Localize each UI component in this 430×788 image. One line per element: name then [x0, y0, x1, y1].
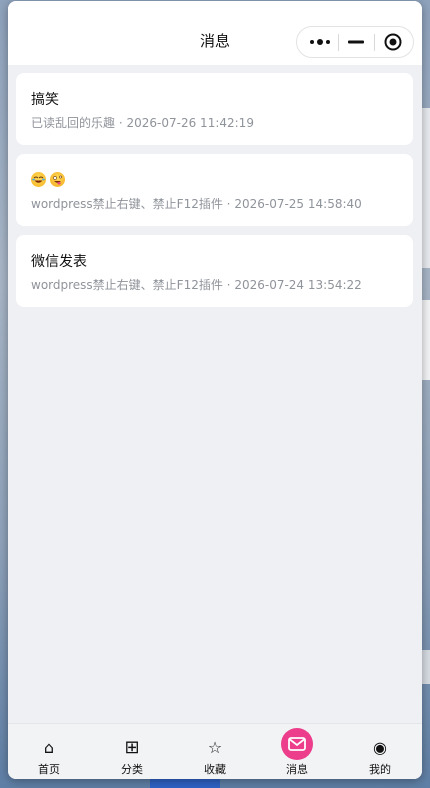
meta-separator: · [226, 278, 231, 292]
capsule-divider [374, 34, 375, 51]
active-tab-bubble [281, 728, 313, 760]
message-time: 2026-07-25 14:58:40 [234, 197, 362, 211]
message-meta: 已读乱回的乐趣 · 2026-07-26 11:42:19 [31, 115, 254, 131]
star-icon: ☆ [207, 737, 223, 757]
message-card[interactable]: 搞笑 已读乱回的乐趣 · 2026-07-26 11:42:19 [16, 73, 413, 145]
mail-icon-wrapper [256, 728, 338, 760]
tab-messages[interactable]: 消息 [256, 724, 338, 779]
grid-icon: ⊞ [124, 736, 140, 758]
tab-label: 首页 [38, 763, 60, 776]
profile-icon: ◉ [373, 737, 387, 757]
target-circle-icon [384, 33, 402, 51]
meta-separator: · [118, 116, 123, 130]
rolling-laughing-emoji [31, 172, 46, 187]
zany-face-emoji [50, 172, 65, 187]
mini-program-window: 消息 搞笑 已读乱回的乐趣 · 2026-07-26 11:42:19 word… [8, 1, 422, 779]
tab-bar: ⌂ 首页 ⊞ 分类 ☆ 收藏 消息 ◉ 我的 [8, 723, 422, 779]
tab-category[interactable]: ⊞ 分类 [91, 724, 173, 779]
more-button[interactable] [303, 27, 337, 57]
home-icon: ⌂ [43, 737, 55, 757]
tab-label: 消息 [286, 763, 308, 776]
capsule-divider [338, 34, 339, 51]
message-source: wordpress禁止右键、禁止F12插件 [31, 197, 223, 211]
message-time: 2026-07-24 13:54:22 [234, 278, 362, 292]
tab-favorites[interactable]: ☆ 收藏 [174, 724, 256, 779]
message-time: 2026-07-26 11:42:19 [126, 116, 254, 130]
mail-icon [288, 737, 306, 751]
tab-label: 分类 [121, 763, 143, 776]
message-meta: wordpress禁止右键、禁止F12插件 · 2026-07-25 14:58… [31, 196, 362, 212]
message-title: 搞笑 [31, 92, 59, 108]
message-title [31, 171, 69, 191]
tab-profile[interactable]: ◉ 我的 [339, 724, 421, 779]
message-card[interactable]: 微信发表 wordpress禁止右键、禁止F12插件 · 2026-07-24 … [16, 235, 413, 307]
minimize-icon [348, 40, 364, 44]
message-card[interactable]: wordpress禁止右键、禁止F12插件 · 2026-07-25 14:58… [16, 154, 413, 226]
tab-label: 我的 [369, 763, 391, 776]
minimize-button[interactable] [341, 27, 371, 57]
message-meta: wordpress禁止右键、禁止F12插件 · 2026-07-24 13:54… [31, 277, 362, 293]
navigation-bar: 消息 [8, 1, 422, 65]
meta-separator: · [226, 197, 231, 211]
more-dots-icon [310, 39, 330, 45]
message-source: wordpress禁止右键、禁止F12插件 [31, 278, 223, 292]
tab-label: 收藏 [204, 763, 226, 776]
capsule-menu [296, 26, 414, 58]
message-title: 微信发表 [31, 254, 87, 270]
tab-home[interactable]: ⌂ 首页 [8, 724, 90, 779]
message-source: 已读乱回的乐趣 [31, 116, 116, 130]
close-button[interactable] [377, 27, 409, 57]
